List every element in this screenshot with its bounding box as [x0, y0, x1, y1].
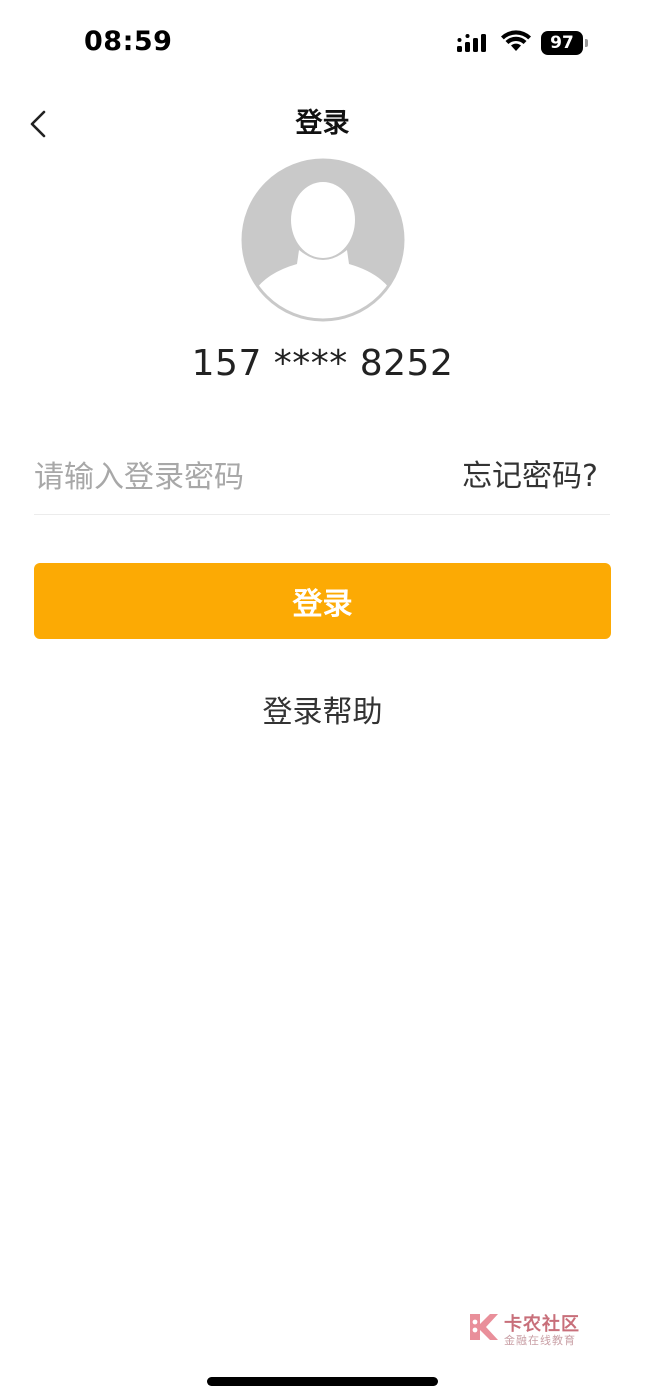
default-user-avatar-icon	[241, 158, 405, 322]
password-row: 忘记密码?	[34, 442, 610, 515]
kanong-logo-icon	[470, 1314, 498, 1340]
password-input[interactable]	[34, 452, 434, 502]
status-time: 08:59	[84, 26, 173, 57]
chevron-left-icon	[30, 110, 46, 138]
page-title: 登录	[295, 108, 350, 139]
back-button[interactable]	[20, 104, 60, 144]
forgot-password-link[interactable]: 忘记密码?	[462, 456, 598, 498]
login-help-link[interactable]: 登录帮助	[0, 692, 645, 734]
battery-level: 97	[541, 31, 583, 55]
avatar	[241, 158, 405, 322]
phone-number: 157 **** 8252	[191, 343, 454, 384]
home-indicator[interactable]	[207, 1377, 438, 1386]
cellular-signal-icon	[457, 34, 486, 52]
wifi-icon	[501, 30, 531, 51]
login-button[interactable]: 登录	[34, 563, 611, 639]
battery-icon: 97	[541, 31, 589, 55]
watermark: 卡农社区 金融在线教育	[464, 1308, 594, 1348]
battery-tip	[585, 39, 588, 47]
watermark-subtitle: 金融在线教育	[504, 1334, 576, 1347]
status-bar: 08:59 97	[0, 0, 645, 88]
